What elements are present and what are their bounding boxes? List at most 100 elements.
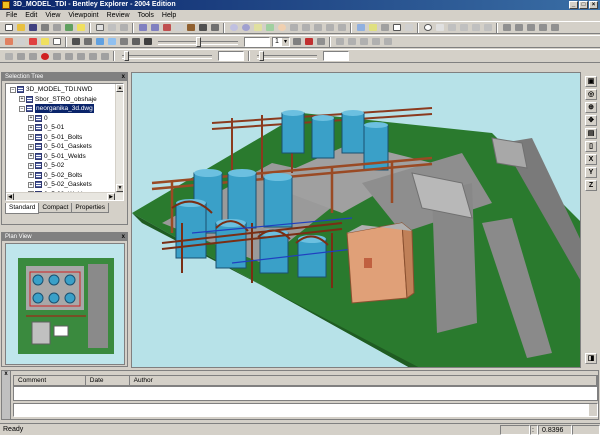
- tree-item[interactable]: + Sbor_STRO_obshaje: [19, 95, 97, 104]
- grid-icon[interactable]: [209, 23, 220, 33]
- tree-item[interactable]: +0_5-01_Bolts: [28, 133, 82, 142]
- section-rotate-icon[interactable]: [358, 37, 369, 47]
- speed-slider[interactable]: [158, 36, 238, 47]
- tree-vertical-scrollbar[interactable]: ▲ ▼: [115, 84, 123, 200]
- table-icon[interactable]: [142, 37, 153, 47]
- section-align-icon[interactable]: [370, 37, 381, 47]
- time-slider[interactable]: [257, 51, 317, 61]
- erase-icon[interactable]: [482, 23, 493, 33]
- tree-item[interactable]: − 3D_MODEL_TDI.NWD: [10, 85, 92, 94]
- close-button[interactable]: ×: [589, 1, 598, 9]
- link-icon[interactable]: [94, 37, 105, 47]
- animation-slider[interactable]: [122, 51, 212, 61]
- line-icon[interactable]: [446, 23, 457, 33]
- tree-expander-icon[interactable]: +: [28, 134, 34, 140]
- axis-y-button[interactable]: Y: [585, 167, 597, 178]
- tree-expander-icon[interactable]: +: [28, 124, 34, 131]
- undo-icon[interactable]: [137, 23, 148, 33]
- comment-input[interactable]: [13, 403, 598, 417]
- list-icon[interactable]: [106, 23, 117, 33]
- animation-slider-thumb[interactable]: [124, 51, 129, 61]
- open-icon[interactable]: [15, 23, 26, 33]
- speed-field[interactable]: [244, 36, 270, 47]
- find-icon[interactable]: [118, 37, 129, 47]
- nav-orbit-icon[interactable]: ⊕: [585, 102, 597, 113]
- save-icon[interactable]: [27, 23, 38, 33]
- animation-time-field[interactable]: [218, 51, 244, 61]
- redline-icon[interactable]: [27, 37, 38, 47]
- tree-item[interactable]: +0_5-01_Gaskets: [28, 142, 92, 151]
- walk-icon[interactable]: [312, 23, 323, 33]
- minimize-button[interactable]: _: [569, 1, 578, 9]
- selection-tree[interactable]: −3D_MODEL_TDI.NWD + Sbor_STRO_obshaje − neor…: [5, 83, 124, 201]
- tab-properties[interactable]: Properties: [71, 203, 110, 213]
- wireframe-icon[interactable]: [391, 23, 402, 33]
- tab-compact[interactable]: Compact: [38, 203, 73, 213]
- view-iso-icon[interactable]: [525, 23, 536, 33]
- view-side-icon[interactable]: [537, 23, 548, 33]
- tree-expander-icon[interactable]: +: [28, 162, 34, 169]
- scroll-down-icon[interactable]: ▼: [116, 184, 123, 192]
- cloud-icon[interactable]: [434, 23, 445, 33]
- turntable-icon[interactable]: [336, 23, 347, 33]
- zoom-selected-icon[interactable]: [264, 23, 275, 33]
- slider-thumb[interactable]: [196, 36, 201, 47]
- pause-icon[interactable]: [291, 37, 302, 47]
- shaded-icon[interactable]: [379, 23, 390, 33]
- section-icon[interactable]: [334, 37, 345, 47]
- tree-expander-icon[interactable]: +: [28, 153, 34, 159]
- tab-standard[interactable]: Standard: [5, 203, 40, 214]
- camera-icon[interactable]: [70, 37, 81, 47]
- nav-top-icon[interactable]: ▣: [585, 76, 597, 87]
- ellipse-icon[interactable]: [422, 23, 433, 33]
- unhide-icon[interactable]: [185, 23, 196, 33]
- scroll-right-icon[interactable]: ▶: [107, 193, 115, 200]
- scroll-up-icon[interactable]: ▲: [116, 84, 123, 92]
- text-icon[interactable]: [470, 23, 481, 33]
- menu-help[interactable]: Help: [158, 10, 180, 21]
- tree-item[interactable]: +0: [28, 114, 48, 123]
- hidden-line-icon[interactable]: [403, 23, 414, 33]
- fly-icon[interactable]: [300, 23, 311, 33]
- plan-view-close-icon[interactable]: x: [122, 233, 125, 241]
- menu-edit[interactable]: Edit: [21, 10, 41, 21]
- zoom-box-icon[interactable]: [240, 23, 251, 33]
- tree-expander-icon[interactable]: +: [28, 115, 34, 121]
- column-date[interactable]: Date: [85, 376, 130, 386]
- examine-icon[interactable]: [324, 23, 335, 33]
- tree-item[interactable]: +0_5-02: [28, 161, 64, 170]
- require-icon[interactable]: [173, 23, 184, 33]
- arrow-icon[interactable]: [458, 23, 469, 33]
- column-author[interactable]: Author: [129, 376, 597, 386]
- lighting-icon[interactable]: [367, 23, 378, 33]
- column-comment[interactable]: Comment: [14, 376, 86, 386]
- tree-expander-icon[interactable]: +: [19, 96, 25, 102]
- tree-icon[interactable]: [118, 23, 129, 33]
- next-frame-icon[interactable]: [63, 51, 74, 61]
- nav-reset-icon[interactable]: ◨: [585, 353, 597, 364]
- tree-item[interactable]: − neorganika_3d.dwg: [19, 104, 94, 113]
- section-move-icon[interactable]: [346, 37, 357, 47]
- frame-spinner[interactable]: 1: [272, 36, 290, 47]
- new-icon[interactable]: [3, 23, 14, 33]
- stop-icon[interactable]: [303, 37, 314, 47]
- zoom-all-icon[interactable]: [252, 23, 263, 33]
- tree-expander-icon[interactable]: +: [28, 143, 34, 150]
- selection-tree-close-icon[interactable]: x: [122, 73, 125, 81]
- first-frame-icon[interactable]: [15, 51, 26, 61]
- select-icon[interactable]: [94, 23, 105, 33]
- tag-icon[interactable]: [39, 37, 50, 47]
- maximize-button[interactable]: □: [579, 1, 588, 9]
- record-animation-icon[interactable]: [39, 51, 50, 61]
- print-icon[interactable]: [39, 23, 50, 33]
- menu-file[interactable]: File: [2, 10, 21, 21]
- plan-view-canvas[interactable]: [5, 243, 125, 365]
- refresh-icon[interactable]: [63, 23, 74, 33]
- menu-view[interactable]: View: [41, 10, 64, 21]
- axis-z-button[interactable]: Z: [585, 180, 597, 191]
- view-front-icon[interactable]: [513, 23, 524, 33]
- time-slider-thumb[interactable]: [259, 51, 264, 61]
- tree-expander-icon[interactable]: −: [19, 105, 25, 112]
- clash-icon[interactable]: [3, 37, 14, 47]
- play-animation-icon[interactable]: [51, 51, 62, 61]
